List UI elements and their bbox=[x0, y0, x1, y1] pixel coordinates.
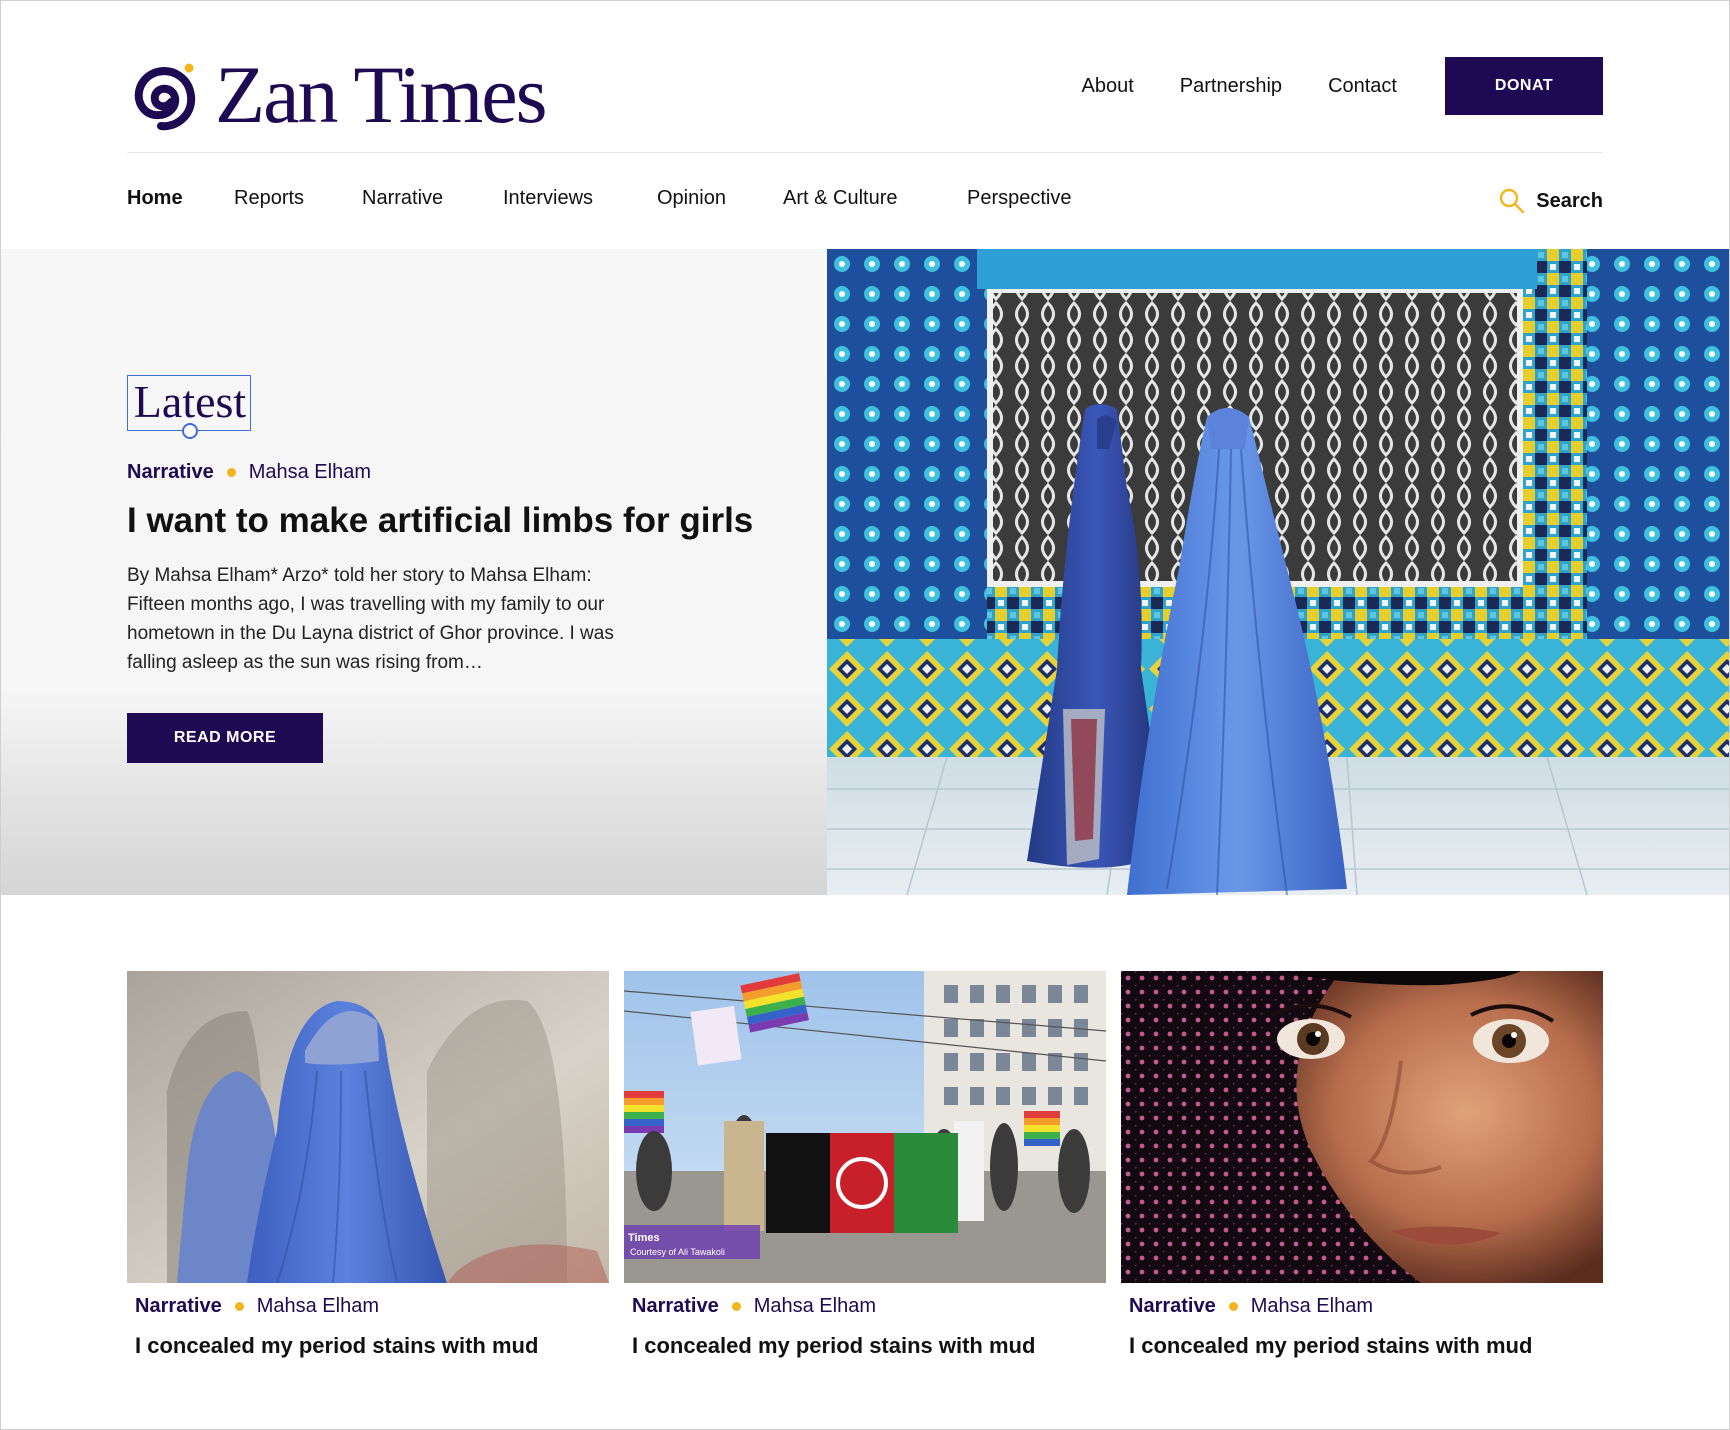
logo-spiral-icon bbox=[134, 63, 196, 131]
card-category[interactable]: Narrative bbox=[135, 1295, 222, 1318]
nav-item-art-culture[interactable]: Art & Culture bbox=[783, 187, 897, 210]
page: Zan Times About Partnership Contact DONA… bbox=[0, 0, 1730, 1430]
meta-dot bbox=[234, 1302, 244, 1311]
search-label: Search bbox=[1536, 189, 1603, 212]
donate-button[interactable]: DONAT bbox=[1445, 57, 1603, 115]
hero-meta: Narrative Mahsa Elham bbox=[127, 461, 371, 484]
photo-credit: Courtesy of Ali Tawakoli bbox=[630, 1247, 725, 1257]
card-category[interactable]: Narrative bbox=[1129, 1295, 1216, 1318]
card-title[interactable]: I concealed my period stains with mud bbox=[135, 1333, 538, 1359]
hero-text-panel: Latest Narrative Mahsa Elham I want to m… bbox=[1, 249, 827, 895]
nav-item-narrative[interactable]: Narrative bbox=[362, 187, 443, 210]
nav-item-perspective[interactable]: Perspective bbox=[967, 187, 1072, 210]
nav-item-reports[interactable]: Reports bbox=[234, 187, 304, 210]
read-more-button[interactable]: READ MORE bbox=[127, 713, 323, 763]
hero-section: Latest Narrative Mahsa Elham I want to m… bbox=[1, 249, 1729, 895]
nav-item-opinion[interactable]: Opinion bbox=[657, 187, 726, 210]
site-logo[interactable]: Zan Times bbox=[127, 49, 548, 140]
card-image[interactable]: Times Courtesy of Ali Tawakoli bbox=[624, 971, 1106, 1283]
latest-heading-selection: Latest bbox=[127, 375, 251, 439]
article-card[interactable]: Narrative Mahsa Elham I concealed my per… bbox=[1121, 971, 1603, 1371]
card-author[interactable]: Mahsa Elham bbox=[754, 1295, 876, 1318]
burqa-women-tiled-wall-icon bbox=[827, 249, 1729, 895]
card-meta: Narrative Mahsa Elham bbox=[1129, 1295, 1373, 1318]
card-meta: Narrative Mahsa Elham bbox=[135, 1295, 379, 1318]
main-nav: Home Reports Narrative Interviews Opinio… bbox=[127, 187, 1603, 217]
hero-title[interactable]: I want to make artificial limbs for girl… bbox=[127, 501, 753, 541]
site-header: Zan Times About Partnership Contact DONA… bbox=[127, 49, 1603, 153]
hero-author[interactable]: Mahsa Elham bbox=[249, 461, 371, 484]
nav-item-home[interactable]: Home bbox=[127, 187, 183, 210]
photo-credit-brand: Times bbox=[628, 1232, 660, 1244]
latest-heading: Latest bbox=[133, 376, 247, 427]
card-title[interactable]: I concealed my period stains with mud bbox=[1129, 1333, 1532, 1359]
search-icon bbox=[1500, 188, 1525, 214]
card-image[interactable] bbox=[127, 971, 609, 1283]
article-cards: Narrative Mahsa Elham I concealed my per… bbox=[127, 971, 1603, 1371]
article-card[interactable]: Narrative Mahsa Elham I concealed my per… bbox=[127, 971, 609, 1371]
hero-excerpt: By Mahsa Elham* Arzo* told her story to … bbox=[127, 565, 614, 673]
hero-category[interactable]: Narrative bbox=[127, 461, 214, 484]
pride-march-afghan-flag-photo-icon: Times Courtesy of Ali Tawakoli bbox=[624, 971, 1106, 1283]
meta-dot bbox=[1228, 1302, 1238, 1311]
meta-dot bbox=[226, 468, 236, 477]
card-image[interactable] bbox=[1121, 971, 1603, 1283]
card-category[interactable]: Narrative bbox=[632, 1295, 719, 1318]
article-card[interactable]: Times Courtesy of Ali Tawakoli Narrative… bbox=[624, 971, 1106, 1371]
top-links: About Partnership Contact DONAT bbox=[1082, 57, 1603, 115]
blue-burqa-photo-icon bbox=[127, 971, 609, 1283]
top-link-about[interactable]: About bbox=[1082, 75, 1134, 98]
search-button[interactable]: Search bbox=[1498, 187, 1603, 215]
card-author[interactable]: Mahsa Elham bbox=[1251, 1295, 1373, 1318]
card-author[interactable]: Mahsa Elham bbox=[257, 1295, 379, 1318]
nav-item-interviews[interactable]: Interviews bbox=[503, 187, 593, 210]
selection-handle[interactable] bbox=[182, 423, 198, 439]
veiled-woman-face-photo-icon bbox=[1121, 971, 1603, 1283]
card-meta: Narrative Mahsa Elham bbox=[632, 1295, 876, 1318]
card-title[interactable]: I concealed my period stains with mud bbox=[632, 1333, 1035, 1359]
logo-wordmark: Zan Times bbox=[215, 49, 548, 140]
hero-image[interactable] bbox=[827, 249, 1729, 895]
top-link-contact[interactable]: Contact bbox=[1328, 75, 1397, 98]
meta-dot bbox=[731, 1302, 741, 1311]
top-link-partnership[interactable]: Partnership bbox=[1180, 75, 1282, 98]
